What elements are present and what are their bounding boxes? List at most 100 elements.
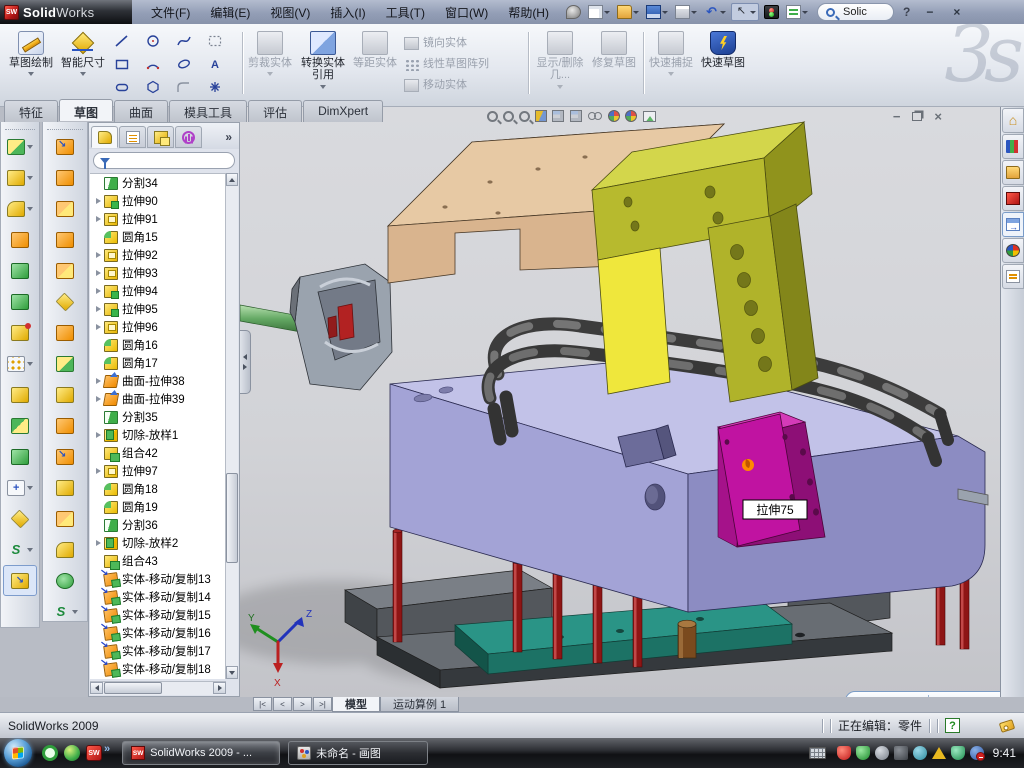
- core-button[interactable]: [43, 255, 87, 286]
- tree-item[interactable]: 实体-移动/复制15: [90, 606, 226, 624]
- sketch-arc-button[interactable]: [143, 52, 174, 75]
- planar-surface-button[interactable]: [43, 317, 87, 348]
- quick-launch-ball[interactable]: [64, 745, 80, 761]
- tray-green-shield[interactable]: [856, 746, 870, 760]
- extruded-cut-button[interactable]: [1, 162, 39, 193]
- ribbon-tab[interactable]: DimXpert: [303, 100, 383, 122]
- expand-arrow-icon[interactable]: [93, 378, 103, 384]
- tab-nav-2[interactable]: >: [293, 697, 312, 711]
- ejector-pin[interactable]: [960, 573, 969, 649]
- linear-pattern-button[interactable]: [1, 348, 39, 379]
- vertical-scroll-thumb[interactable]: [226, 473, 238, 563]
- tab-feature-manager[interactable]: [91, 126, 118, 148]
- plane-button[interactable]: [1, 503, 39, 534]
- rib-button[interactable]: [1, 379, 39, 410]
- ribbon-tab[interactable]: 草图: [59, 99, 113, 121]
- tree-item[interactable]: 组合42: [90, 444, 226, 462]
- fillet-button[interactable]: [1, 193, 39, 224]
- curve-button[interactable]: [1, 534, 39, 565]
- tab-nav-1[interactable]: <: [273, 697, 292, 711]
- parting-surface-button[interactable]: [43, 193, 87, 224]
- zoom-to-fit-button[interactable]: [486, 110, 499, 123]
- tray-antivirus-red-shield[interactable]: [837, 746, 851, 760]
- taskbar-button-paint[interactable]: 未命名 - 画图: [288, 741, 428, 765]
- ejector-pin[interactable]: [633, 593, 642, 667]
- quick-snaps-button[interactable]: 快速捕捉: [648, 28, 694, 98]
- sketch-text-button[interactable]: A: [205, 52, 236, 75]
- sketch-slot-button[interactable]: [112, 75, 143, 98]
- zoom-to-area-button[interactable]: [502, 110, 515, 123]
- tooling-split-button[interactable]: [43, 224, 87, 255]
- filled-surface-button[interactable]: [43, 534, 87, 565]
- new-file-button[interactable]: [586, 4, 612, 20]
- tree-item[interactable]: 组合43: [90, 552, 226, 570]
- tab-configuration-manager[interactable]: [147, 126, 174, 148]
- tree-horizontal-scrollbar[interactable]: [90, 681, 226, 695]
- network-speed-widget[interactable]: ↓0KB/S ↑0KB/S: [845, 691, 1000, 697]
- tree-item[interactable]: 拉伸90: [90, 192, 226, 210]
- extruded-boss-button[interactable]: [1, 131, 39, 162]
- offset-entities-button[interactable]: 等距实体: [353, 28, 397, 98]
- sketch-point-button[interactable]: [205, 75, 236, 98]
- draft-button[interactable]: [1, 410, 39, 441]
- sketch-polygon-button[interactable]: [143, 75, 174, 98]
- display-delete-relations-button[interactable]: 显示/删除几...: [533, 28, 587, 98]
- menu-item-5[interactable]: 窗口(W): [436, 1, 497, 24]
- sketch-circle-button[interactable]: [143, 29, 174, 52]
- tree-item[interactable]: 拉伸93: [90, 264, 226, 282]
- open-button[interactable]: [615, 4, 641, 20]
- parting-line-button[interactable]: [43, 131, 87, 162]
- scroll-up-button[interactable]: [226, 173, 238, 186]
- menu-item-2[interactable]: 视图(V): [261, 1, 319, 24]
- document-tab[interactable]: 运动算例 1: [380, 697, 459, 712]
- shell-button[interactable]: [1, 441, 39, 472]
- ribbon-tab[interactable]: 曲面: [114, 100, 168, 122]
- offset-surface-button[interactable]: [43, 379, 87, 410]
- tray-badge[interactable]: [875, 746, 889, 760]
- tree-item[interactable]: 切除-放样1: [90, 426, 226, 444]
- move-entities-button[interactable]: 移动实体: [404, 76, 520, 94]
- trim-entities-button[interactable]: 剪裁实体: [247, 28, 293, 98]
- scroll-right-button[interactable]: [213, 682, 226, 694]
- trim-surface-button[interactable]: [43, 503, 87, 534]
- radiate-surface-button[interactable]: [43, 410, 87, 441]
- edit-appearance-button[interactable]: [642, 110, 658, 123]
- reference-geometry-button[interactable]: [1, 472, 39, 503]
- doc-close-button[interactable]: ×: [934, 109, 942, 124]
- graphics-viewport[interactable]: 拉伸75 Y Z X − × ↓0KB/S ↑0KB/: [240, 107, 1000, 697]
- tree-item[interactable]: 圆角16: [90, 336, 226, 354]
- display-style-button[interactable]: [569, 109, 584, 123]
- expand-arrow-icon[interactable]: [93, 468, 103, 474]
- tree-item[interactable]: 曲面-拉伸38: [90, 372, 226, 390]
- tree-item[interactable]: 曲面-拉伸39: [90, 390, 226, 408]
- sketch-select-region-button[interactable]: [205, 29, 236, 52]
- tree-item[interactable]: 圆角15: [90, 228, 226, 246]
- section-view-button[interactable]: [534, 109, 548, 123]
- tree-item[interactable]: 圆角18: [90, 480, 226, 498]
- lofted-boss-button[interactable]: [1, 255, 39, 286]
- expand-arrow-icon[interactable]: [93, 288, 103, 294]
- linear-sketch-pattern-button[interactable]: 线性草图阵列: [404, 55, 520, 73]
- view-palette-tab[interactable]: [1002, 212, 1024, 237]
- taskbar-button-solidworks[interactable]: SW SolidWorks 2009 - ...: [122, 741, 280, 765]
- hole-wizard-button[interactable]: [1, 317, 39, 348]
- tray-sync[interactable]: [913, 746, 927, 760]
- tree-item[interactable]: 分割35: [90, 408, 226, 426]
- shut-off-surface-button[interactable]: [43, 162, 87, 193]
- expand-arrow-icon[interactable]: [93, 252, 103, 258]
- part-core-insert[interactable]: [290, 264, 392, 390]
- keyboard-layout-icon[interactable]: [809, 747, 826, 759]
- tree-item[interactable]: 切除-放样2: [90, 534, 226, 552]
- search-box[interactable]: [817, 3, 894, 21]
- boundary-boss-button[interactable]: [1, 286, 39, 317]
- undo-button[interactable]: ↶: [702, 4, 728, 20]
- extend-surface-button[interactable]: [43, 472, 87, 503]
- start-button[interactable]: [4, 739, 32, 767]
- tree-item[interactable]: 拉伸95: [90, 300, 226, 318]
- ribbon-tab[interactable]: 特征: [4, 100, 58, 122]
- tree-filter-box[interactable]: [93, 152, 235, 169]
- tree-item[interactable]: 实体-移动/复制14: [90, 588, 226, 606]
- tree-item[interactable]: 圆角17: [90, 354, 226, 372]
- tree-item[interactable]: 拉伸97: [90, 462, 226, 480]
- quick-launch-solidworks[interactable]: SW: [86, 745, 102, 761]
